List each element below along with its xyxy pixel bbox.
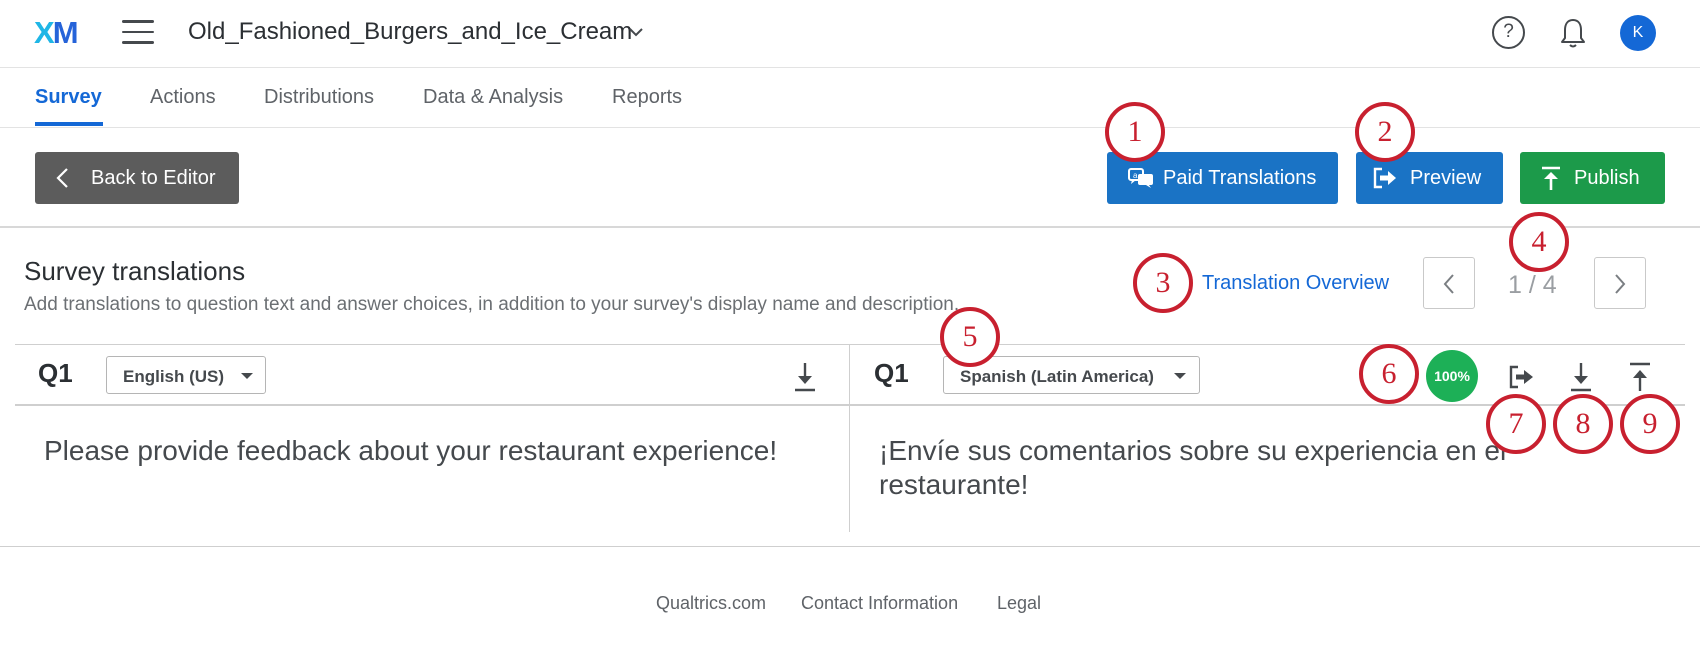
tab-reports[interactable]: Reports xyxy=(612,86,682,109)
translation-progress-badge: 100% xyxy=(1426,350,1478,402)
caret-down-icon xyxy=(1174,373,1186,379)
footer-link-legal[interactable]: Legal xyxy=(997,593,1041,614)
source-language-select[interactable]: English (US) xyxy=(106,356,266,394)
upload-icon[interactable] xyxy=(1625,360,1655,394)
translation-overview-link[interactable]: Translation Overview xyxy=(1202,272,1389,295)
annotation-callout-1: 1 xyxy=(1105,102,1165,162)
section-divider xyxy=(0,226,1700,228)
target-language-label: Spanish (Latin America) xyxy=(960,367,1154,386)
source-question-text[interactable]: Please provide feedback about your resta… xyxy=(44,434,777,468)
help-icon[interactable]: ? xyxy=(1492,16,1525,49)
footer-link-qualtrics[interactable]: Qualtrics.com xyxy=(656,593,766,614)
preview-language-icon[interactable] xyxy=(1507,360,1537,394)
tab-distributions[interactable]: Distributions xyxy=(264,86,374,109)
target-question-text-line-2[interactable]: restaurante! xyxy=(879,468,1028,502)
xm-logo[interactable]: XM xyxy=(34,15,79,51)
publish-label: Publish xyxy=(1574,167,1640,189)
paid-translations-label: Paid Translations xyxy=(1163,167,1317,189)
chevron-left-icon xyxy=(1443,274,1454,294)
download-icon[interactable] xyxy=(1566,360,1596,394)
section-title: Survey translations xyxy=(24,256,246,286)
tab-data-analysis[interactable]: Data & Analysis xyxy=(423,86,563,109)
panel-divider xyxy=(849,344,850,532)
hamburger-menu-icon[interactable] xyxy=(122,20,154,46)
annotation-callout-6: 6 xyxy=(1359,344,1419,404)
active-tab-indicator xyxy=(35,122,103,126)
top-header: XM Old_Fashioned_Burgers_and_Ice_Cream ?… xyxy=(0,0,1700,68)
tab-actions[interactable]: Actions xyxy=(150,86,216,109)
annotation-callout-8: 8 xyxy=(1553,394,1613,454)
tab-survey[interactable]: Survey xyxy=(35,86,102,109)
preview-icon xyxy=(1373,167,1396,189)
back-to-editor-label: Back to Editor xyxy=(91,167,216,189)
publish-button[interactable]: Publish xyxy=(1520,152,1665,204)
avatar[interactable]: K xyxy=(1620,15,1656,51)
back-to-editor-button[interactable]: Back to Editor xyxy=(35,152,239,204)
next-page-button[interactable] xyxy=(1594,257,1646,309)
annotation-callout-3: 3 xyxy=(1133,253,1193,313)
footer-link-contact-information[interactable]: Contact Information xyxy=(801,593,958,614)
annotation-callout-9: 9 xyxy=(1620,394,1680,454)
target-question-text-line-1[interactable]: ¡Envíe sus comentarios sobre su experien… xyxy=(879,434,1506,468)
source-language-label: English (US) xyxy=(123,367,225,386)
svg-text:a: a xyxy=(1133,171,1138,180)
annotation-callout-4: 4 xyxy=(1509,212,1569,272)
project-title[interactable]: Old_Fashioned_Burgers_and_Ice_Cream xyxy=(188,18,632,46)
source-question-id: Q1 xyxy=(38,358,73,388)
chevron-right-icon xyxy=(1615,274,1626,294)
bell-icon[interactable] xyxy=(1557,16,1589,50)
chevron-left-icon xyxy=(56,168,68,188)
page-indicator: 1 / 4 xyxy=(1508,271,1557,299)
target-question-id: Q1 xyxy=(874,358,909,388)
annotation-callout-2: 2 xyxy=(1355,102,1415,162)
panel-header-border xyxy=(15,404,1685,406)
preview-label: Preview xyxy=(1410,167,1482,189)
annotation-callout-7: 7 xyxy=(1486,394,1546,454)
caret-down-icon xyxy=(241,373,253,379)
download-icon[interactable] xyxy=(790,360,820,394)
chevron-down-icon[interactable] xyxy=(627,23,645,41)
panel-top-border xyxy=(15,344,1685,345)
content-bottom-border xyxy=(0,546,1700,547)
previous-page-button[interactable] xyxy=(1423,257,1475,309)
section-description: Add translations to question text and an… xyxy=(24,294,960,315)
translate-icon: a xyxy=(1128,168,1153,188)
annotation-callout-5: 5 xyxy=(940,307,1000,367)
upload-icon xyxy=(1542,166,1560,190)
tab-bar: Survey Actions Distributions Data & Anal… xyxy=(0,68,1700,128)
